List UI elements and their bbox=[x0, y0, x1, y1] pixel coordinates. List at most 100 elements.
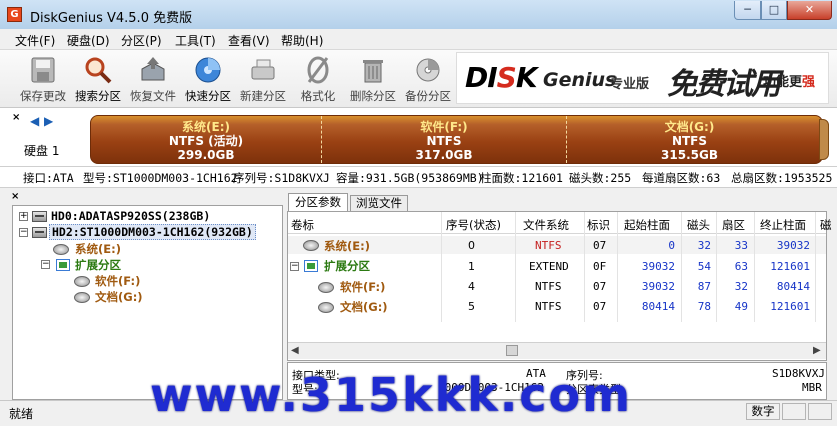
next-disk-icon[interactable]: ▶ bbox=[44, 114, 53, 128]
banner-more-text: 功能更强 bbox=[763, 75, 816, 90]
partition-block-documents[interactable]: 文档(G:) NTFS 315.5GB bbox=[567, 116, 812, 163]
column-header-filesystem[interactable]: 文件系统 bbox=[523, 217, 569, 233]
column-header-label[interactable]: 卷标 bbox=[291, 217, 314, 233]
close-icon[interactable]: × bbox=[11, 191, 19, 202]
menu-view[interactable]: 查看(V) bbox=[228, 32, 270, 49]
tab-browse-files[interactable]: 浏览文件 bbox=[350, 195, 408, 211]
partition-icon bbox=[53, 244, 69, 255]
promo-banner[interactable]: DISK Genius 专业版 免费试用 功能更强 bbox=[456, 52, 829, 104]
toolbar-label: 删除分区 bbox=[350, 89, 396, 103]
menu-bar: 文件(F) 硬盘(D) 分区(P) 工具(T) 查看(V) 帮助(H) bbox=[0, 29, 837, 50]
recover-files-button[interactable]: 恢复文件 bbox=[125, 52, 181, 106]
expand-icon[interactable]: + bbox=[19, 212, 28, 221]
cell-index: 5 bbox=[468, 300, 475, 313]
menu-tools[interactable]: 工具(T) bbox=[175, 32, 216, 49]
toolbar-label: 格式化 bbox=[300, 89, 336, 103]
partition-fs: NTFS (活动) bbox=[168, 134, 244, 148]
close-icon[interactable]: × bbox=[12, 112, 20, 123]
column-header-index[interactable]: 序号(状态) bbox=[446, 217, 501, 233]
scroll-left-icon[interactable]: ◀ bbox=[291, 345, 299, 356]
tree-label: 文档(G:) bbox=[95, 290, 143, 304]
minimize-button[interactable]: ─ bbox=[734, 1, 761, 20]
info-cylinders: 柱面数:121601 bbox=[480, 171, 563, 185]
cell-start-cylinder: 0 bbox=[668, 239, 675, 252]
collapse-icon[interactable]: − bbox=[19, 228, 28, 237]
detail-partition-table-value: MBR bbox=[802, 381, 822, 394]
disk-label: 硬盘 1 bbox=[24, 144, 60, 158]
scroll-thumb[interactable] bbox=[506, 345, 518, 356]
partition-size: 299.0GB bbox=[177, 148, 235, 162]
cell-head: 54 bbox=[697, 260, 711, 273]
menu-help[interactable]: 帮助(H) bbox=[281, 32, 323, 49]
cell-id: 07 bbox=[593, 300, 607, 313]
partition-map-end-cap bbox=[819, 119, 829, 160]
cell-head: 32 bbox=[697, 239, 711, 252]
quick-partition-icon bbox=[195, 57, 221, 83]
cell-filesystem: NTFS bbox=[535, 239, 562, 252]
search-partition-button[interactable]: 搜索分区 bbox=[70, 52, 126, 106]
extended-partition-icon bbox=[304, 260, 318, 272]
menu-file[interactable]: 文件(F) bbox=[15, 32, 55, 49]
new-partition-icon bbox=[251, 59, 275, 80]
partition-block-software[interactable]: 软件(F:) NTFS 317.0GB bbox=[322, 116, 567, 163]
save-icon bbox=[31, 57, 55, 83]
partition-name: 软件(F:) bbox=[420, 120, 468, 134]
new-partition-button[interactable]: 新建分区 bbox=[235, 52, 291, 106]
disk-info-line: 接口:ATA 型号:ST1000DM003-1CH162 序列号:S1D8KVX… bbox=[0, 167, 837, 188]
cell-id: 07 bbox=[593, 280, 607, 293]
column-header-id[interactable]: 标识 bbox=[587, 217, 610, 233]
partition-icon bbox=[318, 282, 334, 293]
toolbar-label: 恢复文件 bbox=[130, 89, 176, 103]
tree-label: HD2:ST1000DM003-1CH162(932GB) bbox=[49, 224, 256, 240]
close-button[interactable]: ✕ bbox=[787, 1, 832, 20]
status-num-lock: 数字 bbox=[746, 403, 780, 420]
format-icon bbox=[307, 56, 329, 84]
horizontal-scrollbar[interactable]: ◀ ▶ bbox=[288, 342, 826, 359]
info-total-sectors: 总扇区数:1953525 bbox=[731, 171, 833, 185]
toolbar-label: 快速分区 bbox=[185, 89, 231, 103]
trash-icon bbox=[363, 60, 383, 83]
quick-partition-button[interactable]: 快速分区 bbox=[180, 52, 236, 106]
tree-label: 系统(E:) bbox=[75, 242, 121, 256]
column-divider bbox=[617, 212, 618, 322]
info-interface: 接口:ATA bbox=[23, 171, 74, 185]
save-changes-button[interactable]: 保存更改 bbox=[15, 52, 71, 106]
menu-partition[interactable]: 分区(P) bbox=[121, 32, 162, 49]
column-header-more[interactable]: 磁 bbox=[820, 217, 832, 233]
cell-end-cylinder: 121601 bbox=[770, 260, 810, 273]
info-serial: 序列号:S1D8KVXJ bbox=[233, 171, 330, 185]
collapse-icon[interactable]: − bbox=[41, 260, 50, 269]
cell-filesystem: NTFS bbox=[535, 300, 562, 313]
scroll-right-icon[interactable]: ▶ bbox=[813, 345, 821, 356]
hard-disk-icon bbox=[32, 227, 47, 238]
column-header-head[interactable]: 磁头 bbox=[687, 217, 710, 233]
info-model: 型号:ST1000DM003-1CH162 bbox=[83, 171, 238, 185]
partition-block-system[interactable]: 系统(E:) NTFS (活动) 299.0GB bbox=[91, 116, 322, 163]
cell-head: 87 bbox=[697, 280, 711, 293]
column-header-start-cylinder[interactable]: 起始柱面 bbox=[624, 217, 670, 233]
info-sectors-per-track: 每道扇区数:63 bbox=[642, 171, 721, 185]
maximize-button[interactable]: □ bbox=[761, 1, 787, 20]
tab-partition-params[interactable]: 分区参数 bbox=[288, 193, 348, 211]
column-divider bbox=[815, 212, 816, 322]
toolbar-label: 搜索分区 bbox=[75, 89, 121, 103]
menu-disk[interactable]: 硬盘(D) bbox=[67, 32, 110, 49]
extended-partition-icon bbox=[56, 259, 70, 271]
cell-start-cylinder: 39032 bbox=[641, 280, 675, 293]
column-divider bbox=[716, 212, 717, 322]
format-button[interactable]: 格式化 bbox=[290, 52, 346, 106]
delete-partition-button[interactable]: 删除分区 bbox=[345, 52, 401, 106]
table-header-divider bbox=[288, 233, 826, 234]
banner-genius-text: Genius bbox=[543, 69, 617, 91]
previous-disk-icon[interactable]: ◀ bbox=[30, 114, 39, 128]
partition-size: 317.0GB bbox=[415, 148, 473, 162]
toolbar-label: 保存更改 bbox=[20, 89, 66, 103]
cell-end-cylinder: 80414 bbox=[776, 280, 810, 293]
backup-partition-button[interactable]: 备份分区 bbox=[400, 52, 456, 106]
column-header-end-cylinder[interactable]: 终止柱面 bbox=[760, 217, 806, 233]
column-header-sector[interactable]: 扇区 bbox=[722, 217, 745, 233]
cell-index: 0 bbox=[468, 239, 475, 252]
collapse-icon[interactable]: − bbox=[290, 262, 299, 271]
toolbar: 保存更改 搜索分区 恢复文件 快速分区 新建分区 格式化 删除分区 备份分区 D… bbox=[0, 50, 837, 108]
cell-sector: 63 bbox=[734, 260, 748, 273]
